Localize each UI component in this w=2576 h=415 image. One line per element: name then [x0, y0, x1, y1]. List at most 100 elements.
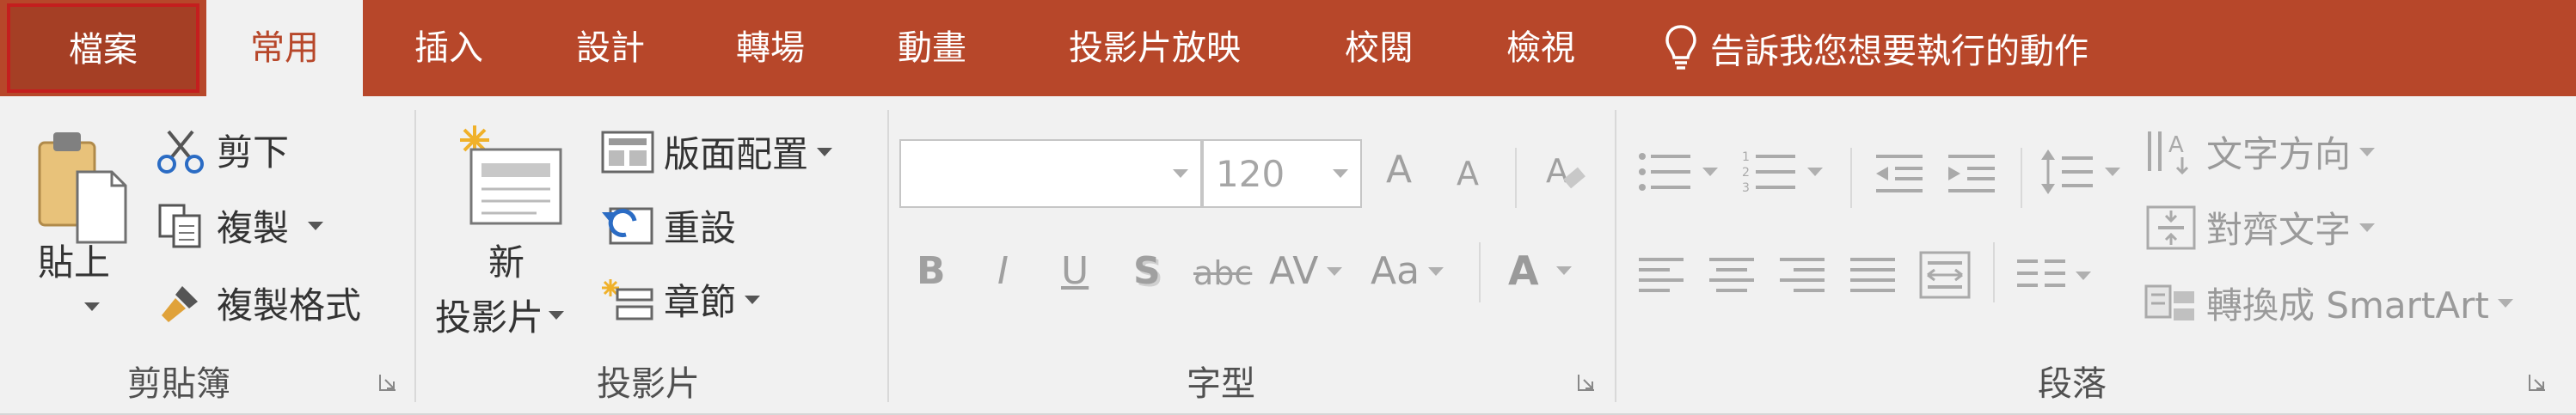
tab-insert[interactable]: 插入 [389, 0, 509, 96]
align-left-icon[interactable] [1637, 254, 1685, 297]
text-direction-icon: A [2144, 128, 2198, 176]
tab-view[interactable]: 檢視 [1481, 0, 1601, 96]
decrease-indent-icon[interactable] [1873, 150, 1926, 198]
grow-font-button[interactable]: A [1386, 148, 1412, 192]
text-direction-label: 文字方向 [2206, 133, 2352, 175]
dialog-launcher-icon[interactable] [2528, 373, 2547, 392]
svg-text:A: A [2168, 132, 2184, 158]
chevron-down-icon[interactable] [308, 221, 324, 230]
cut-button[interactable]: 剪下 [156, 124, 289, 176]
svg-text:2: 2 [1742, 166, 1750, 180]
new-slide-button[interactable] [454, 120, 566, 241]
text-direction-button[interactable]: A 文字方向 [2144, 125, 2376, 178]
chevron-down-icon [2359, 223, 2376, 232]
reset-icon [600, 204, 655, 248]
strikethrough-button[interactable]: abc [1193, 254, 1252, 292]
font-name-combobox[interactable] [899, 139, 1202, 208]
chevron-down-icon [2105, 168, 2120, 176]
ribbon-panel: 貼上 剪下 複製 複製格式 剪貼簿 新 投影片 版面配置 重設 章節 投影片 1… [0, 96, 2576, 415]
copy-button[interactable]: 複製 [156, 199, 324, 252]
tab-home[interactable]: 常用 [206, 0, 363, 103]
increase-indent-icon[interactable] [1945, 150, 1998, 198]
new-slide-label-line2[interactable]: 投影片 [435, 289, 565, 341]
chevron-down-icon [2076, 272, 2091, 280]
align-text-icon [2144, 204, 2198, 252]
ribbon-tab-bar: 檔案 常用 插入 設計 轉場 動畫 投影片放映 校閱 檢視 告訴我您想要執行的動… [0, 0, 2576, 103]
paste-dropdown[interactable] [76, 302, 100, 311]
cut-label: 剪下 [217, 131, 290, 174]
font-size-combobox[interactable]: 120 [1202, 139, 1362, 208]
convert-smartart-button[interactable]: 轉換成 SmartArt [2144, 277, 2513, 329]
divider [1479, 242, 1481, 302]
distributed-icon[interactable] [1919, 251, 1971, 299]
slides-group-label: 投影片 [597, 364, 700, 404]
chevron-down-icon[interactable] [549, 310, 565, 320]
divider [1515, 148, 1517, 208]
line-spacing-icon [2039, 148, 2096, 196]
copy-label: 複製 [217, 207, 290, 249]
chevron-down-icon [1555, 266, 1572, 275]
font-color-button[interactable]: A [1508, 247, 1572, 294]
chevron-down-icon[interactable] [1333, 169, 1348, 178]
layout-label: 版面配置 [664, 133, 809, 175]
tell-me-search[interactable]: 告訴我您想要執行的動作 [1664, 0, 2088, 96]
character-spacing-button[interactable]: AV [1269, 249, 1343, 293]
tab-transitions[interactable]: 轉場 [710, 0, 831, 96]
tab-design[interactable]: 設計 [550, 0, 671, 96]
svg-text:1: 1 [1742, 150, 1750, 164]
divider [1850, 148, 1852, 208]
text-shadow-button[interactable]: S [1133, 249, 1161, 293]
chevron-down-icon [1428, 266, 1444, 276]
paragraph-group-label: 段落 [2038, 364, 2107, 404]
paste-button[interactable] [31, 125, 131, 246]
new-slide-label-line1[interactable]: 新 [488, 234, 524, 286]
clear-formatting-icon[interactable]: A [1543, 150, 1591, 198]
smartart-icon [2144, 279, 2198, 327]
chevron-down-icon [84, 302, 100, 311]
tab-review[interactable]: 校閱 [1319, 0, 1439, 96]
align-center-icon[interactable] [1708, 254, 1756, 297]
svg-text:3: 3 [1742, 181, 1750, 195]
convert-smartart-label: 轉換成 SmartArt [2206, 284, 2489, 327]
scissors-icon [156, 126, 205, 174]
bullets-button[interactable] [1637, 148, 1718, 196]
dialog-launcher-icon[interactable] [378, 373, 397, 392]
reset-label: 重設 [664, 207, 737, 249]
line-spacing-button[interactable] [2039, 148, 2120, 196]
shrink-font-button[interactable]: A [1457, 155, 1479, 192]
align-text-button[interactable]: 對齊文字 [2144, 201, 2376, 253]
divider [2021, 148, 2022, 208]
columns-button[interactable] [2015, 254, 2091, 297]
chevron-down-icon [817, 147, 833, 156]
tab-file[interactable]: 檔案 [7, 3, 199, 93]
numbering-button[interactable]: 1 2 3 [1742, 148, 1823, 196]
format-painter-button[interactable]: 複製格式 [156, 277, 361, 329]
tab-slideshow[interactable]: 投影片放映 [1039, 0, 1271, 96]
chevron-down-icon [2497, 298, 2513, 308]
group-separator [414, 110, 416, 402]
italic-button[interactable]: I [997, 249, 1009, 293]
underline-button[interactable]: U [1061, 249, 1089, 293]
justify-icon[interactable] [1849, 254, 1897, 297]
font-group-label: 字型 [1187, 364, 1255, 404]
layout-button[interactable]: 版面配置 [600, 125, 833, 178]
reset-button[interactable]: 重設 [600, 199, 736, 252]
tell-me-label: 告訴我您想要執行的動作 [1710, 32, 2088, 71]
section-button[interactable]: 章節 [600, 273, 761, 326]
format-painter-label: 複製格式 [217, 284, 362, 327]
tab-animations[interactable]: 動畫 [872, 0, 992, 96]
align-text-label: 對齊文字 [2206, 209, 2352, 251]
chevron-down-icon [1702, 168, 1718, 176]
change-case-button[interactable]: Aa [1371, 249, 1444, 293]
dialog-launcher-icon[interactable] [1577, 373, 1596, 392]
align-right-icon[interactable] [1778, 254, 1826, 297]
font-size-value[interactable]: 120 [1204, 153, 1333, 195]
bold-button[interactable]: B [917, 249, 946, 293]
section-icon [600, 278, 655, 322]
chevron-down-icon [745, 295, 761, 304]
paste-label[interactable]: 貼上 [38, 234, 110, 286]
chevron-down-icon [1327, 266, 1343, 276]
paste-clipboard-icon [31, 125, 131, 246]
lightbulb-icon [1664, 23, 1698, 73]
chevron-down-icon[interactable] [1173, 169, 1188, 178]
